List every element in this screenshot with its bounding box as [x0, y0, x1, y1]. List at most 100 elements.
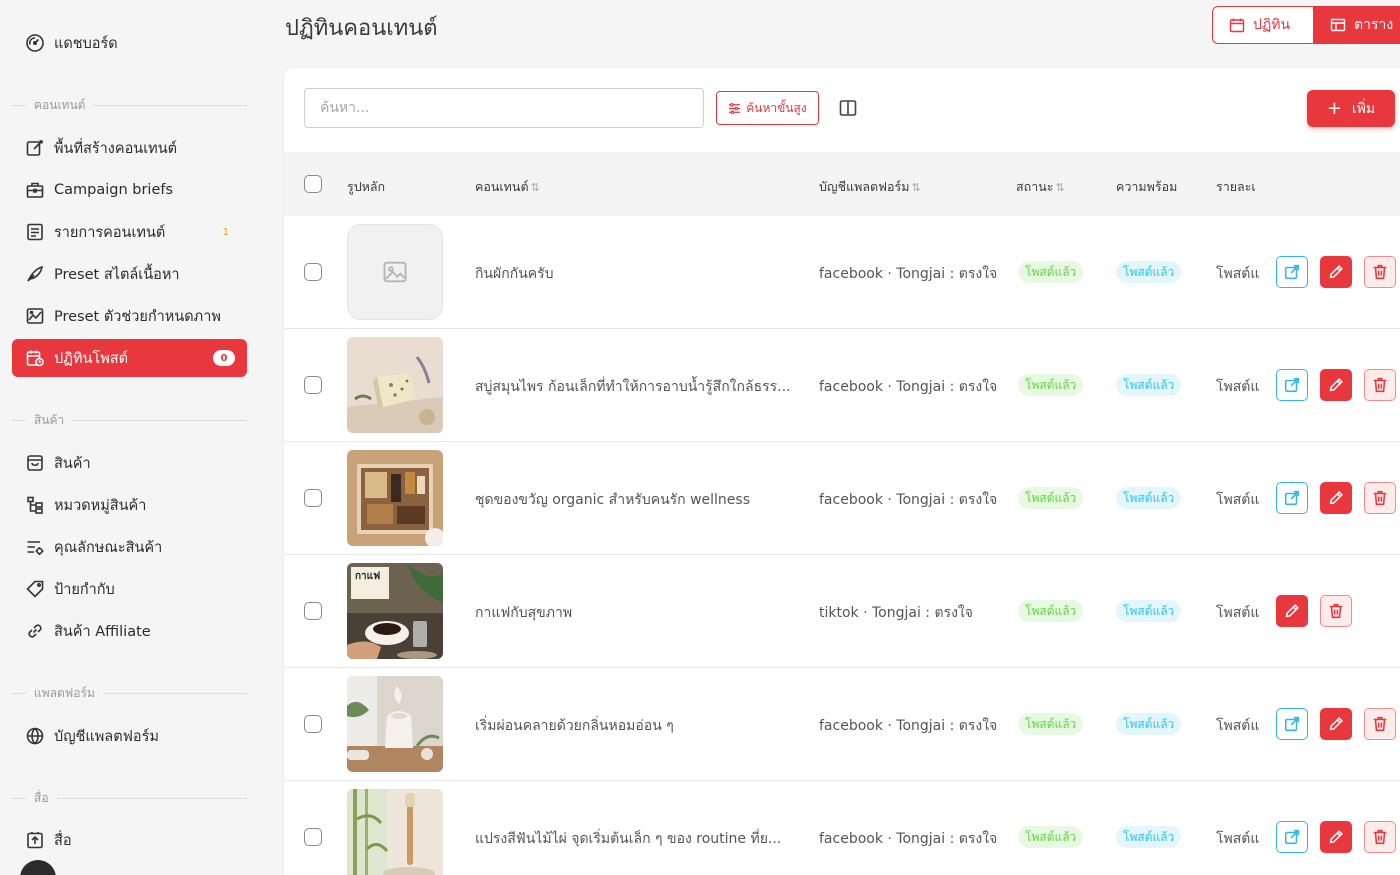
sidebar-item-dashboard[interactable]: แดชบอร์ด [12, 24, 247, 62]
edit-button[interactable] [1320, 708, 1352, 740]
sidebar-item-label: พื้นที่สร้างคอนเทนต์ [54, 140, 178, 157]
search-input[interactable] [304, 88, 704, 128]
bamboo-thumbnail [347, 789, 443, 875]
pencil-icon [1329, 717, 1343, 731]
row-content-title[interactable]: กินผักกันครับ [475, 263, 805, 285]
row-content-title[interactable]: แปรงสีฟันไม้ไผ่ จุดเริ่มต้นเล็ก ๆ ของ ro… [475, 828, 805, 850]
row-thumbnail[interactable] [347, 224, 443, 320]
sidebar-item-style-preset[interactable]: Preset สไตล์เนื้อหา [12, 255, 247, 293]
table-row[interactable]: เริ่มผ่อนคลายด้วยกลิ่นหอมอ่อน ๆ facebook… [284, 668, 1400, 781]
user-avatar[interactable] [20, 860, 56, 875]
delete-button[interactable] [1320, 595, 1352, 627]
view-calendar-button[interactable]: ปฏิทิน [1212, 6, 1314, 44]
row-content-title[interactable]: กาแฟกับสุขภาพ [475, 602, 805, 624]
row-status-badge: โพสต์แล้ว [1018, 487, 1084, 509]
table-row[interactable]: แปรงสีฟันไม้ไผ่ จุดเริ่มต้นเล็ก ๆ ของ ro… [284, 781, 1400, 875]
row-checkbox[interactable] [304, 715, 322, 733]
view-toggle: ปฏิทิน ตาราง [1212, 6, 1400, 44]
column-header-status[interactable]: สถานะ ⇅ [1016, 177, 1065, 197]
select-all-checkbox[interactable] [304, 175, 322, 193]
delete-button[interactable] [1364, 821, 1396, 853]
row-thumbnail[interactable] [347, 337, 443, 433]
row-details: โพสต์แ [1216, 605, 1260, 621]
row-status-badge: โพสต์แล้ว [1018, 261, 1084, 283]
row-readiness-badge: โพสต์แล้ว [1116, 261, 1182, 283]
sidebar-item-campaign-briefs[interactable]: Campaign briefs [12, 171, 247, 209]
edit-button[interactable] [1320, 256, 1352, 288]
image-placeholder-icon [347, 224, 443, 320]
row-checkbox[interactable] [304, 828, 322, 846]
add-button[interactable]: + เพิ่ม [1307, 90, 1395, 127]
row-checkbox[interactable] [304, 376, 322, 394]
sidebar-item-label: Preset สไตล์เนื้อหา [54, 266, 180, 283]
row-checkbox[interactable] [304, 489, 322, 507]
row-content-title[interactable]: สบู่สมุนไพร ก้อนเล็กที่ทำให้การอาบน้ำรู้… [475, 376, 805, 398]
row-thumbnail[interactable]: กาแฟ [347, 563, 443, 659]
edit-button[interactable] [1276, 595, 1308, 627]
row-checkbox[interactable] [304, 263, 322, 281]
open-link-button[interactable] [1276, 708, 1308, 740]
sidebar-item-label: แดชบอร์ด [54, 35, 118, 52]
table-row[interactable]: กินผักกันครับ facebook · Tongjai : ตรงใจ… [284, 216, 1400, 329]
edit-button[interactable] [1320, 482, 1352, 514]
sidebar-item-products[interactable]: สินค้า [12, 444, 247, 482]
giftbox-thumbnail [347, 450, 443, 546]
column-header-content[interactable]: คอนเทนต์ ⇅ [475, 177, 540, 197]
sidebar-item-platform-accounts[interactable]: บัญชีแพลตฟอร์ม [12, 717, 247, 755]
row-status-badge: โพสต์แล้ว [1018, 826, 1084, 848]
table-icon [1330, 18, 1346, 32]
trash-icon [1373, 829, 1387, 845]
sidebar-item-product-attributes[interactable]: คุณลักษณะสินค้า [12, 528, 247, 566]
sidebar-item-content-workspace[interactable]: พื้นที่สร้างคอนเทนต์ [12, 129, 247, 167]
trash-icon [1373, 716, 1387, 732]
sidebar-item-content-list[interactable]: รายการคอนเทนต์ 1 [12, 213, 247, 251]
sidebar-item-image-preset[interactable]: Preset ตัวช่วยกำหนดภาพ [12, 297, 247, 335]
row-details: โพสต์แ [1216, 718, 1260, 734]
sidebar-item-product-categories[interactable]: หมวดหมู่สินค้า [12, 486, 247, 524]
sidebar-item-tags[interactable]: ป้ายกำกับ [12, 570, 247, 608]
feather-pen-icon [25, 264, 45, 284]
sidebar-item-label: ปฏิทินโพสต์ [54, 350, 129, 367]
row-content-title[interactable]: ชุดของขวัญ organic สำหรับคนรัก wellness [475, 489, 805, 511]
view-table-button[interactable]: ตาราง [1314, 6, 1400, 44]
sidebar-item-affiliate-products[interactable]: สินค้า Affiliate [12, 612, 247, 650]
edit-button[interactable] [1320, 821, 1352, 853]
delete-button[interactable] [1364, 256, 1396, 288]
table-row[interactable]: สบู่สมุนไพร ก้อนเล็กที่ทำให้การอาบน้ำรู้… [284, 329, 1400, 442]
diffuser-thumbnail [347, 676, 443, 772]
advanced-search-button[interactable]: ค้นหาขั้นสูง [716, 91, 819, 125]
open-link-button[interactable] [1276, 821, 1308, 853]
open-link-button[interactable] [1276, 369, 1308, 401]
sidebar-item-media[interactable]: สื่อ [12, 821, 247, 859]
pencil-icon [1329, 491, 1343, 505]
sidebar-item-post-calendar[interactable]: ปฏิทินโพสต์ 0 [12, 339, 247, 377]
section-media-header: สื่อ [12, 791, 247, 805]
open-link-button[interactable] [1276, 482, 1308, 514]
row-details: โพสต์แ [1216, 379, 1260, 395]
plus-icon: + [1326, 98, 1342, 119]
delete-button[interactable] [1364, 482, 1396, 514]
row-details: โพสต์แ [1216, 266, 1260, 282]
column-header-account[interactable]: บัญชีแพลตฟอร์ม ⇅ [819, 177, 921, 197]
row-thumbnail[interactable] [347, 450, 443, 546]
open-link-button[interactable] [1276, 256, 1308, 288]
row-checkbox[interactable] [304, 602, 322, 620]
trash-icon [1373, 490, 1387, 506]
tag-icon [25, 579, 45, 599]
dashboard-gauge-icon [25, 33, 45, 53]
sidebar-item-label: คุณลักษณะสินค้า [54, 539, 163, 556]
columns-toggle-icon[interactable] [838, 98, 858, 118]
edit-button[interactable] [1320, 369, 1352, 401]
row-status-badge: โพสต์แล้ว [1018, 600, 1084, 622]
link-icon [25, 621, 45, 641]
row-platform-account: facebook · Tongjai : ตรงใจ [819, 379, 998, 395]
table-row[interactable]: ชุดของขวัญ organic สำหรับคนรัก wellness … [284, 442, 1400, 555]
soap-thumbnail [347, 337, 443, 433]
delete-button[interactable] [1364, 369, 1396, 401]
row-thumbnail[interactable] [347, 789, 443, 875]
row-content-title[interactable]: เริ่มผ่อนคลายด้วยกลิ่นหอมอ่อน ๆ [475, 715, 805, 737]
page-title: ปฏิทินคอนเทนต์ [285, 16, 438, 41]
row-thumbnail[interactable] [347, 676, 443, 772]
table-row[interactable]: กาแฟ กาแฟกับสุขภาพ tiktok · Tongjai : ตร… [284, 555, 1400, 668]
delete-button[interactable] [1364, 708, 1396, 740]
